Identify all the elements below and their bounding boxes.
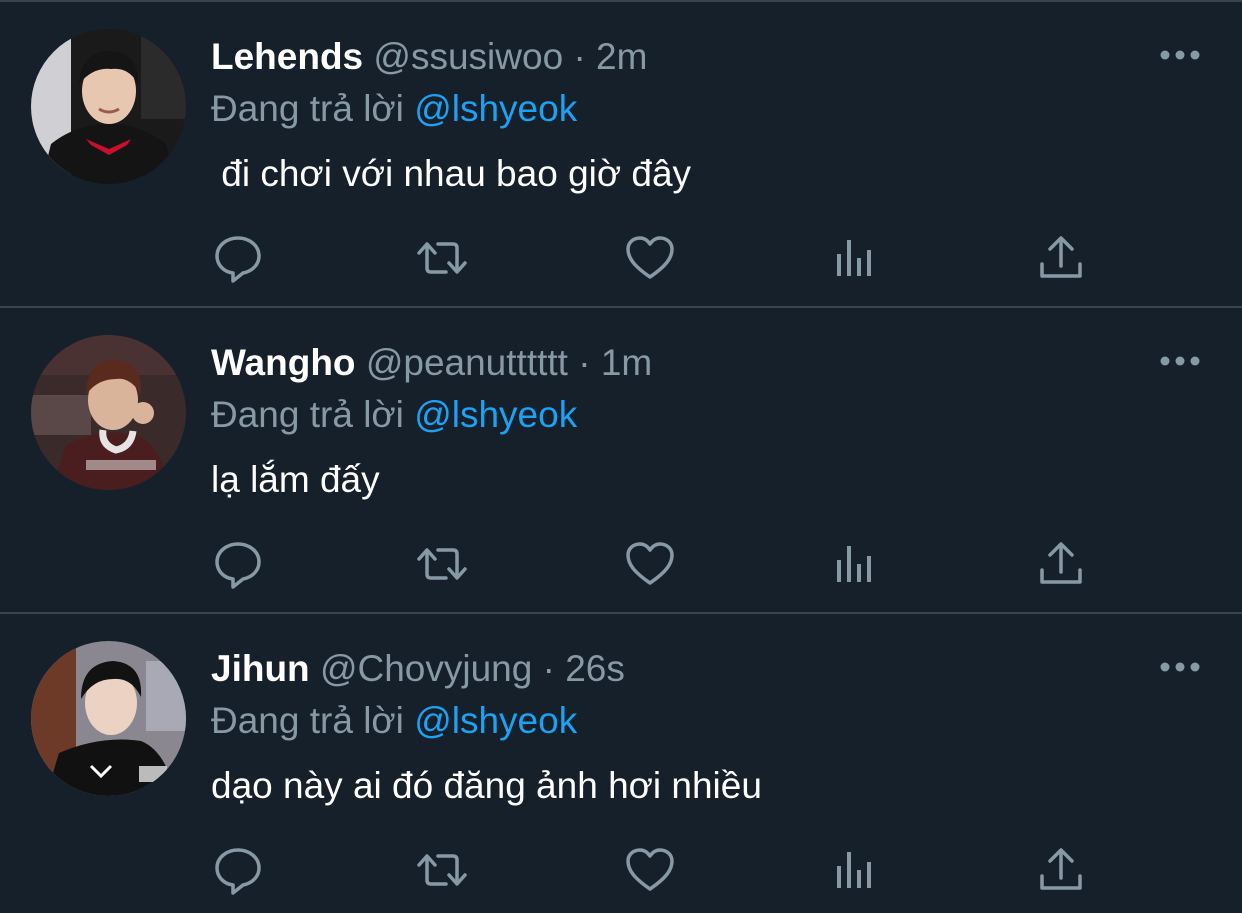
like-icon[interactable]	[622, 842, 678, 898]
tweet-text: lạ lắm đấy	[211, 459, 380, 500]
divider	[0, 612, 1242, 614]
reply-icon[interactable]	[210, 536, 266, 592]
mention-link[interactable]: @lshyeok	[414, 394, 577, 435]
reply-icon[interactable]	[210, 842, 266, 898]
retweet-icon[interactable]	[414, 842, 470, 898]
share-icon[interactable]	[1033, 842, 1089, 898]
analytics-icon[interactable]	[828, 230, 884, 286]
username[interactable]: @Chovyjung	[320, 648, 532, 689]
avatar-photo	[31, 641, 186, 796]
avatar-photo	[31, 29, 186, 184]
timestamp[interactable]: 26s	[565, 648, 625, 689]
divider	[0, 0, 1242, 2]
replying-to: Đang trả lời @lshyeok	[211, 84, 577, 134]
replying-to-label: Đang trả lời	[211, 394, 404, 435]
divider	[0, 306, 1242, 308]
username[interactable]: @peanutttttt	[366, 342, 568, 383]
avatar-photo	[31, 335, 186, 490]
retweet-icon[interactable]	[414, 230, 470, 286]
mention-link[interactable]: @lshyeok	[414, 700, 577, 741]
tweet-header: Jihun @Chovyjung · 26s	[211, 644, 625, 694]
timestamp[interactable]: 1m	[601, 342, 652, 383]
more-options-icon[interactable]	[1157, 40, 1203, 70]
replying-to: Đang trả lời @lshyeok	[211, 696, 577, 746]
replying-to-label: Đang trả lời	[211, 700, 404, 741]
like-icon[interactable]	[622, 536, 678, 592]
tweet-text: đi chơi với nhau bao giờ đây	[211, 153, 692, 194]
tweet-header: Wangho @peanutttttt · 1m	[211, 338, 652, 388]
tweet[interactable]: Jihun @Chovyjung · 26s Đang trả lời @lsh…	[0, 612, 1242, 913]
reply-icon[interactable]	[210, 230, 266, 286]
tweet-feed: Lehends @ssusiwoo · 2m Đang trả lời @lsh…	[0, 0, 1242, 913]
more-options-icon[interactable]	[1157, 652, 1203, 682]
tweet[interactable]: Lehends @ssusiwoo · 2m Đang trả lời @lsh…	[0, 0, 1242, 306]
share-icon[interactable]	[1033, 230, 1089, 286]
replying-to-label: Đang trả lời	[211, 88, 404, 129]
avatar[interactable]	[31, 29, 186, 184]
avatar[interactable]	[31, 335, 186, 490]
retweet-icon[interactable]	[414, 536, 470, 592]
separator: ·	[542, 648, 555, 689]
analytics-icon[interactable]	[828, 536, 884, 592]
username[interactable]: @ssusiwoo	[373, 36, 563, 77]
analytics-icon[interactable]	[828, 842, 884, 898]
display-name[interactable]: Jihun	[211, 648, 310, 689]
replying-to: Đang trả lời @lshyeok	[211, 390, 577, 440]
like-icon[interactable]	[622, 230, 678, 286]
tweet-text: dạo này ai đó đăng ảnh hơi nhiều	[211, 765, 762, 806]
display-name[interactable]: Wangho	[211, 342, 356, 383]
separator: ·	[573, 36, 586, 77]
avatar[interactable]	[31, 641, 186, 796]
mention-link[interactable]: @lshyeok	[414, 88, 577, 129]
tweet-header: Lehends @ssusiwoo · 2m	[211, 32, 647, 82]
timestamp[interactable]: 2m	[596, 36, 647, 77]
tweet[interactable]: Wangho @peanutttttt · 1m Đang trả lời @l…	[0, 306, 1242, 612]
separator: ·	[578, 342, 591, 383]
display-name[interactable]: Lehends	[211, 36, 363, 77]
more-options-icon[interactable]	[1157, 346, 1203, 376]
share-icon[interactable]	[1033, 536, 1089, 592]
